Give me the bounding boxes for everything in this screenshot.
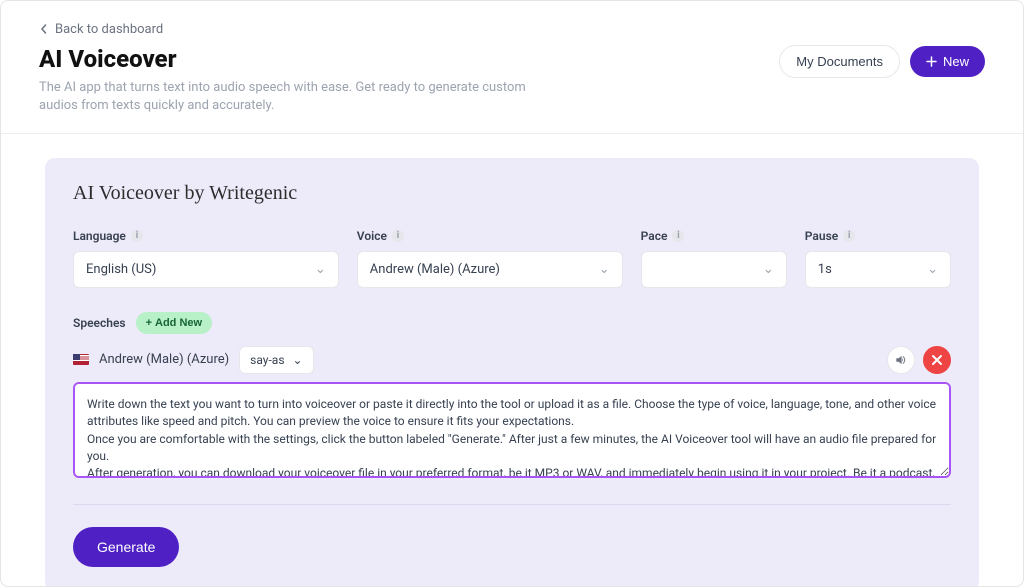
language-label: Language i [73, 229, 339, 243]
new-button-label: New [943, 54, 969, 69]
chevron-down-icon: ⌄ [315, 262, 326, 277]
language-value: English (US) [86, 262, 156, 277]
pace-select[interactable]: ⌄ [641, 251, 787, 288]
add-new-speech-button[interactable]: + Add New [136, 312, 213, 334]
delete-speech-button[interactable] [923, 346, 951, 374]
chevron-down-icon: ⌄ [927, 262, 938, 277]
new-button[interactable]: New [910, 46, 985, 77]
pause-value: 1s [818, 262, 832, 277]
speech-text-input[interactable] [73, 382, 951, 478]
voice-select[interactable]: Andrew (Male) (Azure) ⌄ [357, 251, 623, 288]
speech-voice-name: Andrew (Male) (Azure) [99, 352, 229, 367]
us-flag-icon [73, 354, 89, 365]
back-to-dashboard-link[interactable]: Back to dashboard [39, 22, 163, 37]
say-as-select[interactable]: say-as ⌄ [239, 346, 313, 374]
back-link-label: Back to dashboard [55, 22, 163, 37]
info-icon[interactable]: i [672, 230, 684, 242]
info-icon[interactable]: i [392, 230, 404, 242]
pause-label: Pause i [805, 229, 951, 243]
chevron-down-icon: ⌄ [763, 262, 774, 277]
play-audio-button[interactable] [887, 346, 915, 374]
voice-label: Voice i [357, 229, 623, 243]
info-icon[interactable]: i [131, 230, 143, 242]
info-icon[interactable]: i [843, 230, 855, 242]
chevron-down-icon: ⌄ [293, 353, 303, 367]
pause-select[interactable]: 1s ⌄ [805, 251, 951, 288]
pace-label: Pace i [641, 229, 787, 243]
divider [73, 504, 951, 505]
close-icon [931, 354, 943, 366]
voice-value: Andrew (Male) (Azure) [370, 262, 500, 277]
plus-icon: + [146, 317, 152, 329]
say-as-value: say-as [250, 353, 284, 367]
add-new-label: Add New [155, 317, 202, 329]
language-select[interactable]: English (US) ⌄ [73, 251, 339, 288]
chevron-left-icon [39, 24, 49, 34]
generate-button[interactable]: Generate [73, 527, 179, 567]
panel-title: AI Voiceover by Writegenic [73, 182, 951, 205]
chevron-down-icon: ⌄ [599, 262, 610, 277]
page-title: AI Voiceover [39, 45, 559, 73]
speaker-icon [894, 353, 908, 367]
plus-icon [926, 56, 937, 67]
voiceover-panel: AI Voiceover by Writegenic Language i En… [45, 158, 979, 586]
speeches-label: Speeches [73, 316, 126, 330]
my-documents-button[interactable]: My Documents [779, 45, 900, 78]
page-subtitle: The AI app that turns text into audio sp… [39, 79, 559, 115]
